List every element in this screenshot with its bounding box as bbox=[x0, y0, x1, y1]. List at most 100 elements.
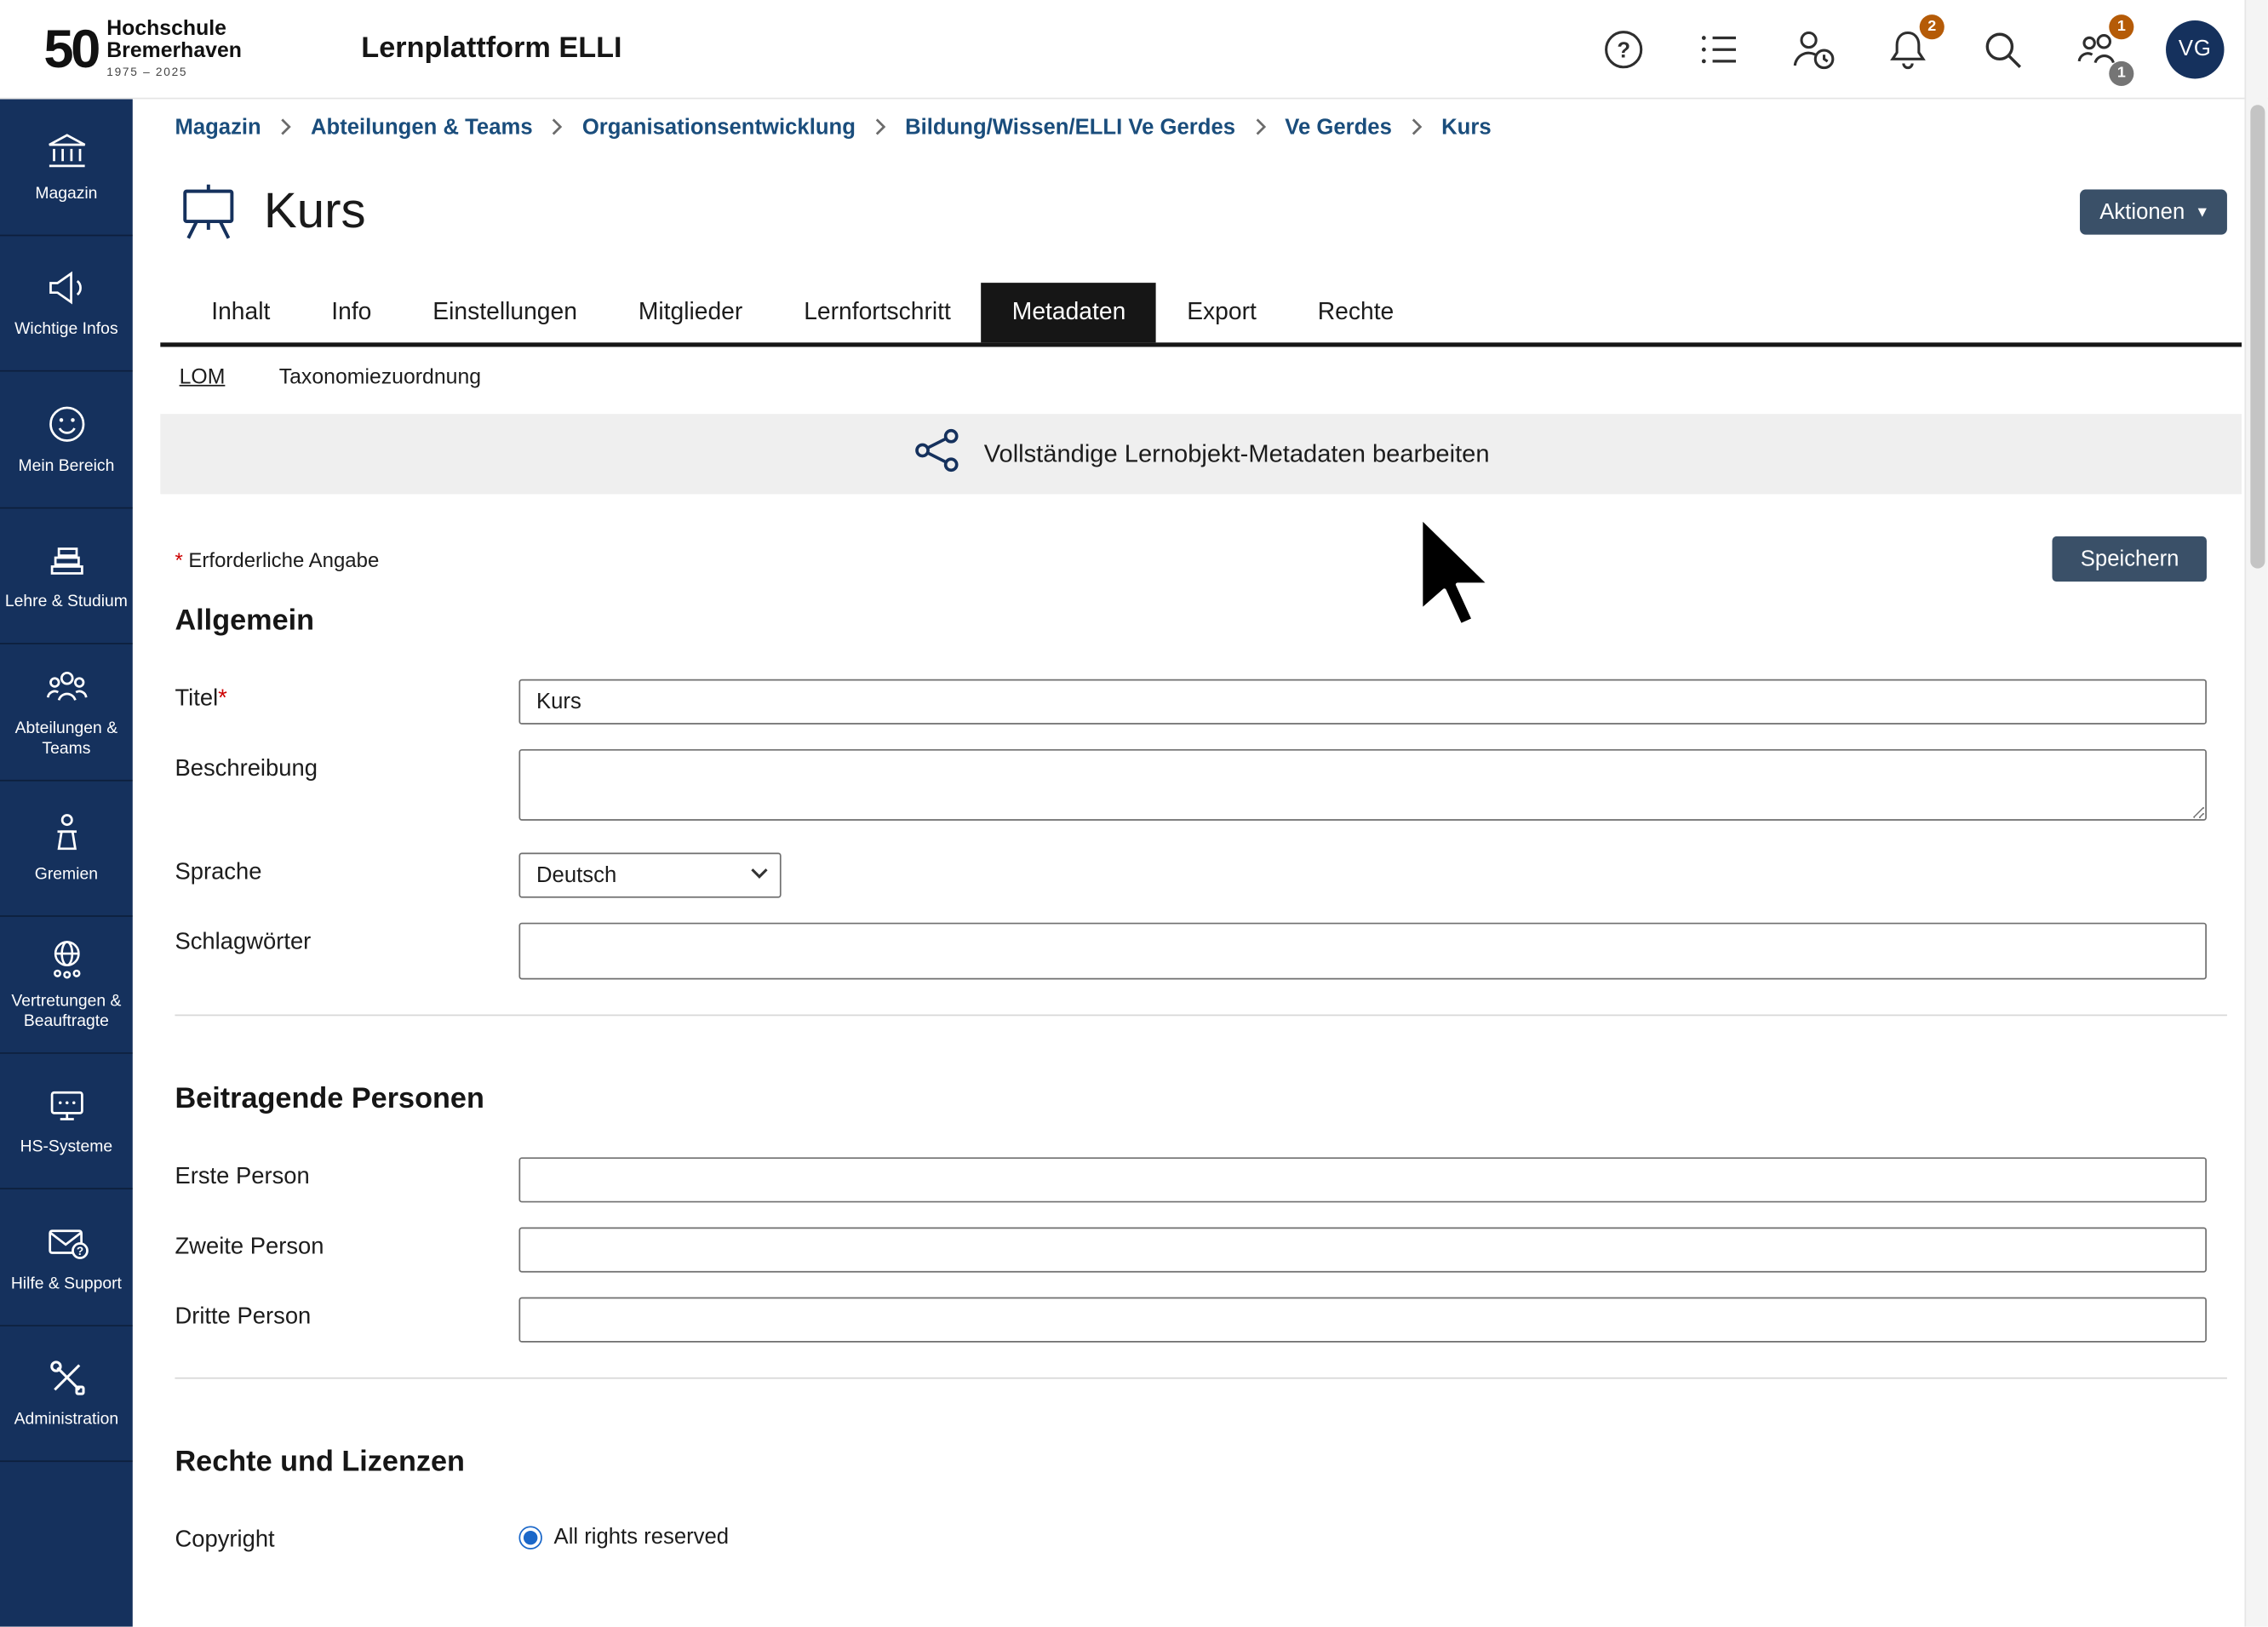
bank-icon bbox=[44, 129, 88, 173]
chevron-right-icon bbox=[874, 118, 886, 136]
tab-lernfortschritt[interactable]: Lernfortschritt bbox=[773, 283, 982, 342]
scrollbar-thumb[interactable] bbox=[2250, 105, 2265, 568]
bullet-list-icon bbox=[1697, 27, 1740, 71]
search-button[interactable] bbox=[1976, 23, 2029, 76]
sidebar-item-label: Abteilungen & Teams bbox=[4, 718, 129, 759]
books-icon bbox=[44, 538, 88, 581]
sidebar-item-label: HS-Systeme bbox=[20, 1137, 113, 1158]
sidebar-item-lehre-studium[interactable]: Lehre & Studium bbox=[0, 508, 133, 644]
full-metadata-banner-label: Vollständige Lernobjekt-Metadaten bearbe… bbox=[984, 439, 1490, 468]
avatar[interactable]: VG bbox=[2166, 20, 2224, 77]
logo-years: 1975 – 2025 bbox=[106, 66, 242, 78]
sidebar-item-administration[interactable]: Administration bbox=[0, 1326, 133, 1462]
sprache-label: Sprache bbox=[175, 853, 518, 886]
tab-mitglieder[interactable]: Mitglieder bbox=[608, 283, 773, 342]
copyright-label: Copyright bbox=[175, 1521, 518, 1554]
app-viewport: 50 Hochschule Bremerhaven 1975 – 2025 Le… bbox=[0, 0, 2268, 1627]
second-person-input[interactable] bbox=[518, 1228, 2206, 1273]
breadcrumb-item-bildung-wissen[interactable]: Bildung/Wissen/ELLI Ve Gerdes bbox=[905, 114, 1235, 139]
form-row-dritte-person: Dritte Person bbox=[175, 1298, 2226, 1343]
tab-inhalt[interactable]: Inhalt bbox=[180, 283, 301, 342]
tab-bar: Inhalt Info Einstellungen Mitglieder Ler… bbox=[160, 283, 2242, 347]
mail-help-icon: ? bbox=[44, 1219, 88, 1263]
section-heading-allgemein: Allgemein bbox=[175, 604, 2226, 638]
header-actions: ? bbox=[1597, 20, 2224, 77]
form-toolbar: * Erforderliche Angabe Speichern bbox=[175, 536, 2226, 581]
sidebar-item-label: Gremien bbox=[35, 865, 98, 885]
sidebar-item-hilfe-support[interactable]: ? Hilfe & Support bbox=[0, 1189, 133, 1326]
svg-text:?: ? bbox=[76, 1244, 83, 1257]
awareness-button[interactable] bbox=[1787, 23, 1840, 76]
copyright-option-label: All rights reserved bbox=[554, 1525, 730, 1550]
logo-50-mark: 50 bbox=[43, 18, 98, 79]
breadcrumb-item-magazin[interactable]: Magazin bbox=[175, 114, 261, 139]
description-textarea[interactable] bbox=[518, 749, 2206, 821]
breadcrumb-item-organisationsentwicklung[interactable]: Organisationsentwicklung bbox=[582, 114, 856, 139]
title-input[interactable] bbox=[518, 679, 2206, 725]
breadcrumb-item-abteilungen-teams[interactable]: Abteilungen & Teams bbox=[311, 114, 533, 139]
monitor-icon bbox=[44, 1083, 88, 1126]
sidebar-item-label: Wichtige Infos bbox=[14, 319, 117, 340]
share-nodes-icon bbox=[913, 426, 962, 483]
titel-label: Titel* bbox=[175, 679, 518, 713]
sidebar-item-mein-bereich[interactable]: Mein Bereich bbox=[0, 372, 133, 508]
actions-button-label: Aktionen bbox=[2099, 199, 2185, 224]
actions-button[interactable]: Aktionen ▾ bbox=[2079, 189, 2227, 234]
breadcrumb-item-kurs[interactable]: Kurs bbox=[1441, 114, 1492, 139]
subtab-lom[interactable]: LOM bbox=[180, 366, 226, 389]
full-metadata-banner[interactable]: Vollständige Lernobjekt-Metadaten bearbe… bbox=[160, 414, 2242, 494]
section-divider bbox=[175, 1378, 2226, 1379]
sidebar-item-label: Vertretungen & Beauftragte bbox=[4, 991, 129, 1032]
sidebar-item-label: Magazin bbox=[35, 183, 97, 203]
contacts-button[interactable]: 1 1 bbox=[2071, 23, 2124, 76]
sidebar-item-gremien[interactable]: Gremien bbox=[0, 781, 133, 917]
required-note: * Erforderliche Angabe bbox=[175, 547, 379, 570]
sidebar-item-wichtige-infos[interactable]: Wichtige Infos bbox=[0, 235, 133, 371]
form-row-erste-person: Erste Person bbox=[175, 1157, 2226, 1202]
tab-export[interactable]: Export bbox=[1156, 283, 1287, 342]
subtab-bar: LOM Taxonomiezuordnung bbox=[175, 366, 2226, 389]
keywords-input[interactable] bbox=[518, 923, 2206, 980]
breadcrumb-item-ve-gerdes[interactable]: Ve Gerdes bbox=[1285, 114, 1392, 139]
tab-metadaten[interactable]: Metadaten bbox=[982, 283, 1156, 342]
tab-rechte[interactable]: Rechte bbox=[1287, 283, 1424, 342]
form-row-copyright: Copyright All rights reserved bbox=[175, 1521, 2226, 1554]
logo-line-1: Hochschule bbox=[106, 19, 242, 41]
section-divider bbox=[175, 1015, 2226, 1017]
help-button[interactable]: ? bbox=[1597, 23, 1650, 76]
chevron-right-icon bbox=[280, 118, 292, 136]
question-circle-icon: ? bbox=[1601, 27, 1645, 71]
form-row-beschreibung: Beschreibung bbox=[175, 749, 2226, 828]
search-icon bbox=[1981, 27, 2025, 71]
notifications-button[interactable]: 2 bbox=[1881, 23, 1934, 76]
first-person-input[interactable] bbox=[518, 1157, 2206, 1202]
chevron-right-icon bbox=[1254, 118, 1266, 136]
smiley-icon bbox=[44, 402, 88, 445]
user-clock-icon bbox=[1790, 26, 1836, 72]
logo-text: Hochschule Bremerhaven 1975 – 2025 bbox=[106, 19, 242, 78]
chevron-right-icon bbox=[1411, 118, 1423, 136]
people-icon bbox=[44, 664, 88, 708]
form-row-schlagwoerter: Schlagwörter bbox=[175, 923, 2226, 980]
sidebar-item-vertretungen-beauftragte[interactable]: Vertretungen & Beauftragte bbox=[0, 917, 133, 1053]
subtab-taxonomiezuordnung[interactable]: Taxonomiezuordnung bbox=[279, 366, 481, 389]
sidebar-item-hs-systeme[interactable]: HS-Systeme bbox=[0, 1053, 133, 1189]
logo-line-2: Bremerhaven bbox=[106, 41, 242, 63]
dritte-person-label: Dritte Person bbox=[175, 1298, 518, 1331]
tools-icon bbox=[44, 1355, 88, 1399]
sidebar-item-abteilungen-teams[interactable]: Abteilungen & Teams bbox=[0, 644, 133, 781]
tab-einstellungen[interactable]: Einstellungen bbox=[402, 283, 608, 342]
university-logo[interactable]: 50 Hochschule Bremerhaven 1975 – 2025 bbox=[43, 18, 242, 79]
sidebar-item-magazin[interactable]: Magazin bbox=[0, 99, 133, 235]
copyright-radio[interactable] bbox=[518, 1526, 541, 1549]
tab-info[interactable]: Info bbox=[301, 283, 402, 342]
sidebar-item-label: Hilfe & Support bbox=[11, 1274, 122, 1294]
form-row-titel: Titel* bbox=[175, 679, 2226, 725]
vertical-scrollbar[interactable] bbox=[2244, 0, 2267, 1627]
language-select[interactable]: Deutsch bbox=[518, 853, 781, 898]
page-title: Kurs bbox=[264, 183, 366, 240]
save-button[interactable]: Speichern bbox=[2053, 536, 2207, 581]
section-heading-rechte: Rechte und Lizenzen bbox=[175, 1446, 2226, 1479]
todo-list-button[interactable] bbox=[1692, 23, 1745, 76]
third-person-input[interactable] bbox=[518, 1298, 2206, 1343]
